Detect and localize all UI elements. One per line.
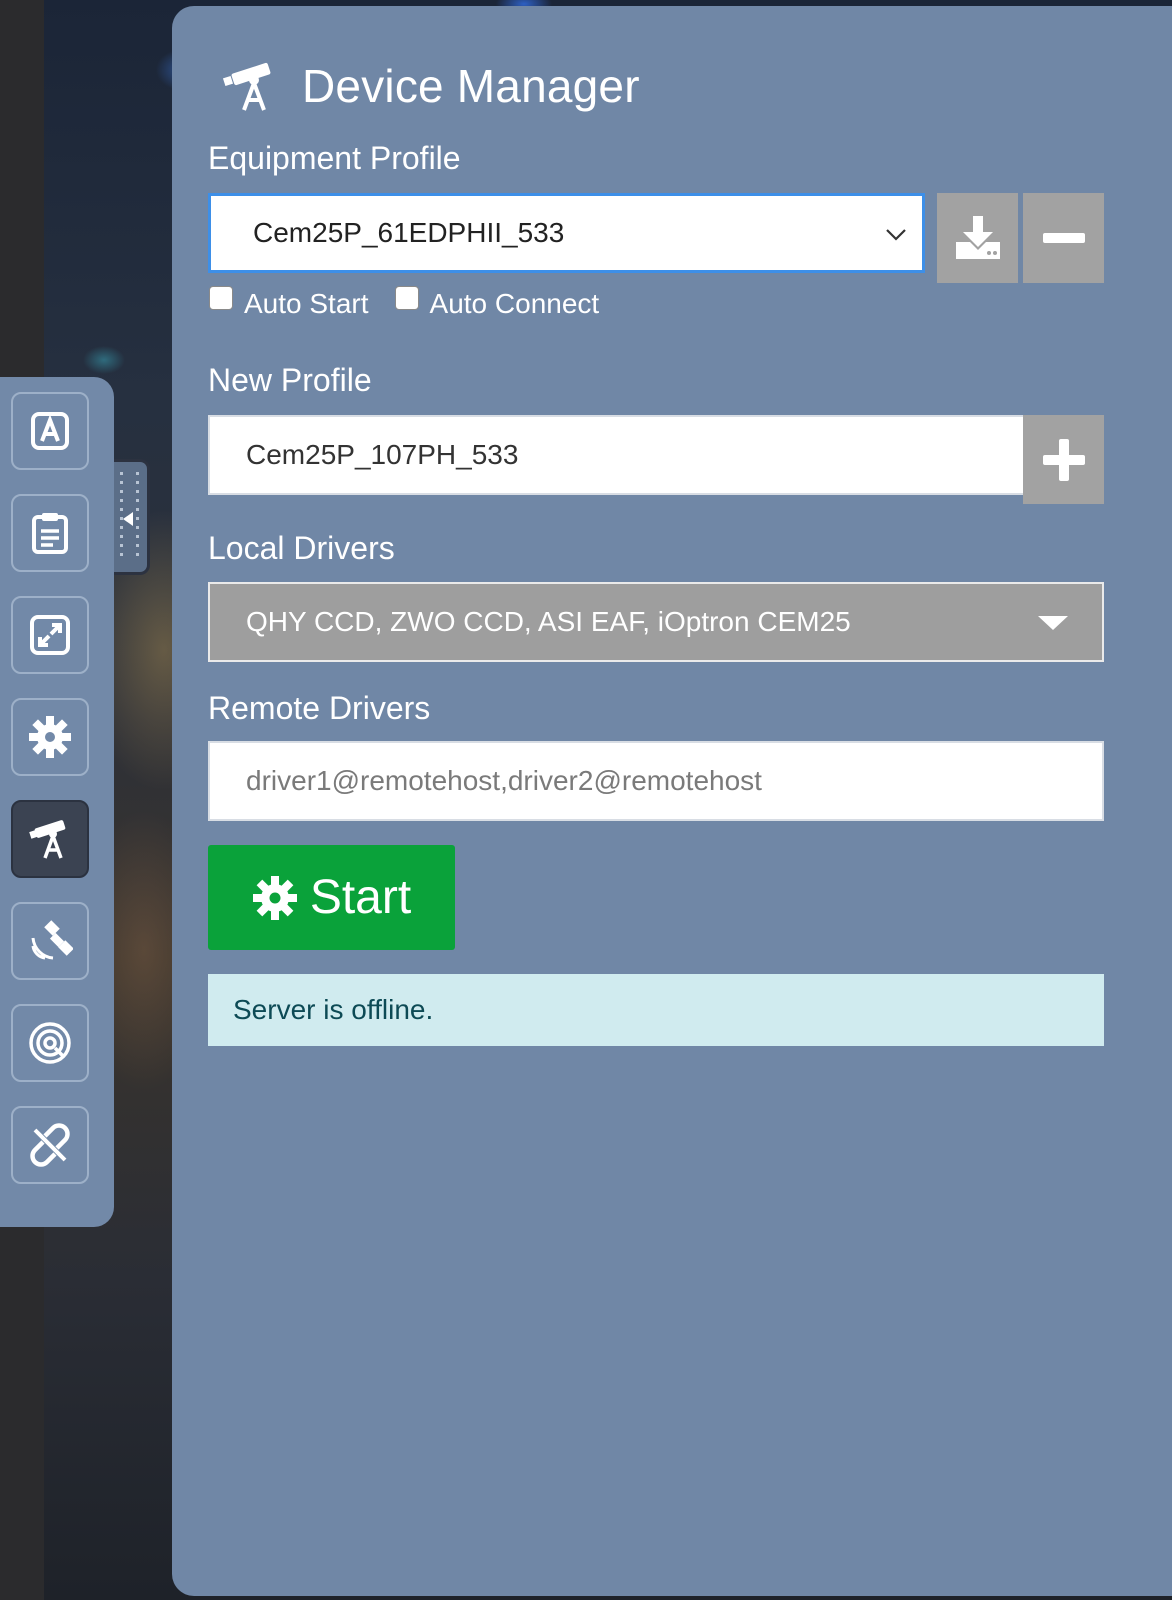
- equipment-profile-label: Equipment Profile: [208, 140, 461, 176]
- equipment-profile-select[interactable]: Cem25P_61EDPHII_533: [208, 193, 925, 273]
- toolbar-alignment-button[interactable]: [11, 1004, 89, 1082]
- clipboard-icon: [32, 513, 68, 554]
- start-button[interactable]: Start: [208, 845, 455, 950]
- remote-drivers-placeholder: driver1@remotehost,driver2@remotehost: [246, 765, 762, 796]
- minus-icon: [1042, 233, 1085, 243]
- toolbar-settings-button[interactable]: [11, 698, 89, 776]
- local-drivers-label: Local Drivers: [208, 530, 395, 566]
- telescope-icon: [222, 62, 271, 111]
- side-toolbar: [0, 377, 114, 1227]
- settings-gear-icon: [29, 716, 71, 758]
- toolbar-telescope-button[interactable]: [11, 800, 89, 878]
- fullscreen-icon: [30, 615, 70, 655]
- toolbar-fullscreen-button[interactable]: [11, 596, 89, 674]
- telescope-icon: [29, 820, 66, 859]
- new-profile-value: Cem25P_107PH_533: [246, 439, 519, 470]
- grip-dots: [136, 472, 139, 562]
- auto-connect-checkbox[interactable]: [394, 286, 419, 310]
- equipment-profile-value: Cem25P_61EDPHII_533: [253, 217, 565, 248]
- save-profile-button[interactable]: [937, 193, 1018, 283]
- auto-start-checkbox[interactable]: [209, 286, 233, 310]
- toolbar-ekos-button[interactable]: [11, 392, 89, 470]
- toolbar-collapse-handle[interactable]: [114, 459, 150, 575]
- caret-down-icon: [1038, 616, 1068, 630]
- new-profile-label: New Profile: [208, 362, 372, 398]
- toolbar-clipboard-button[interactable]: [11, 494, 89, 572]
- local-drivers-value: QHY CCD, ZWO CCD, ASI EAF, iOptron CEM25: [246, 606, 851, 637]
- auto-start-label: Auto Start: [244, 288, 369, 319]
- disconnect-link-icon: [30, 1123, 70, 1167]
- download-icon: [955, 216, 1000, 259]
- new-profile-input[interactable]: Cem25P_107PH_533: [208, 415, 1025, 495]
- plus-icon: [1042, 438, 1085, 481]
- satellite-icon: [31, 920, 73, 960]
- page-title: Device Manager: [302, 60, 640, 112]
- panel-header: Device Manager: [222, 58, 640, 114]
- remove-profile-button[interactable]: [1023, 193, 1104, 283]
- auto-connect-option: Auto Connect: [394, 286, 600, 320]
- start-button-label: Start: [309, 871, 412, 924]
- collapse-arrow-icon: [123, 512, 133, 526]
- profile-options: Auto Start Auto Connect: [209, 286, 600, 320]
- server-status-alert: Server is offline.: [208, 974, 1104, 1046]
- target-rings-icon: [29, 1022, 71, 1064]
- chevron-down-icon: [886, 229, 906, 241]
- local-drivers-select[interactable]: QHY CCD, ZWO CCD, ASI EAF, iOptron CEM25: [208, 582, 1104, 662]
- server-status-text: Server is offline.: [233, 994, 434, 1025]
- auto-connect-label: Auto Connect: [429, 288, 600, 319]
- toolbar-satellite-button[interactable]: [11, 902, 89, 980]
- ekos-icon: [31, 412, 69, 450]
- remote-drivers-input[interactable]: driver1@remotehost,driver2@remotehost: [208, 741, 1104, 821]
- add-profile-button[interactable]: [1023, 415, 1104, 504]
- gear-icon: [252, 875, 297, 920]
- toolbar-disconnect-button[interactable]: [11, 1106, 89, 1184]
- remote-drivers-label: Remote Drivers: [208, 690, 431, 726]
- auto-start-option: Auto Start: [209, 286, 369, 320]
